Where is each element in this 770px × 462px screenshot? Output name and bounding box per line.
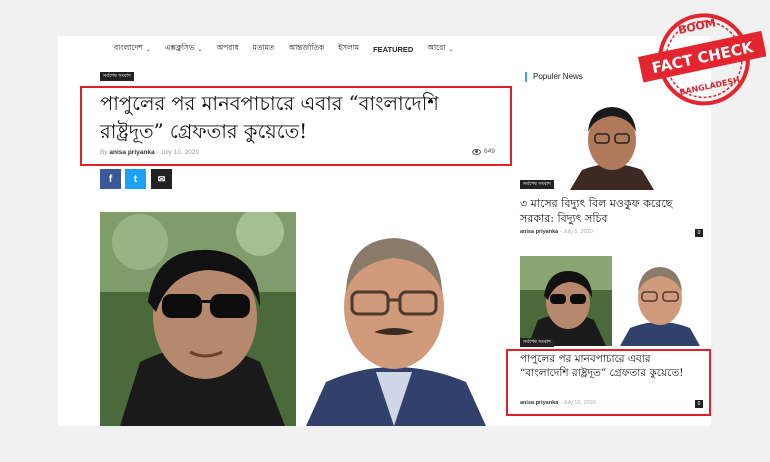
headline-highlight-box	[80, 86, 512, 166]
nav-item-label: FEATURED	[373, 44, 414, 54]
sidebar-post-2-photo-left[interactable]	[520, 256, 612, 346]
main-nav: বাংলাদেশ ⌄ এক্সক্লুসিভ ⌄ অপরাধ মতামত আন্তর…	[58, 36, 711, 62]
sidebar-post-1-date: - July 5, 2020	[559, 229, 593, 235]
nav-item-islam[interactable]: ইসলাম	[338, 43, 359, 55]
webpage-frame: বাংলাদেশ ⌄ এক্সক্লুসিভ ⌄ অপরাধ মতামত আন্তর…	[58, 36, 711, 426]
nav-item-crime[interactable]: অপরাধ	[217, 43, 239, 55]
email-icon: ✉	[157, 173, 166, 184]
article-category-tag[interactable]: সর্বশেষ সংবাদ	[100, 72, 134, 81]
nav-item-label: এক্সক্লুসিভ	[164, 43, 195, 52]
sidebar-post-2-photo-right[interactable]	[614, 256, 706, 346]
nav-item-international[interactable]: আন্তর্জাতিক	[288, 43, 324, 55]
man-with-glasses-thumb	[614, 256, 706, 346]
man-with-sunglasses-illustration	[100, 212, 296, 426]
nav-item-exclusive[interactable]: এক্সক্লুসিভ ⌄	[165, 43, 203, 55]
chevron-down-icon: ⌄	[145, 45, 151, 53]
article-photo-left	[100, 212, 296, 426]
facebook-icon: f	[108, 173, 113, 185]
twitter-icon: t	[133, 173, 138, 185]
man-with-glasses-illustration	[296, 212, 492, 426]
nav-item-label: আন্তর্জাতিক	[288, 43, 325, 52]
nav-item-bangladesh[interactable]: বাংলাদেশ ⌄	[114, 43, 151, 55]
sidebar-post-1-category[interactable]: সর্বশেষ সংবাদ	[520, 180, 554, 189]
nav-item-more[interactable]: আরো ⌄	[427, 43, 453, 55]
nav-item-featured[interactable]: FEATURED	[373, 45, 413, 54]
nav-item-label: অপরাধ	[216, 43, 239, 52]
nav-item-label: বাংলাদেশ	[114, 43, 143, 52]
nav-item-label: ইসলাম	[338, 43, 360, 52]
sidebar-post-1-meta: anisa priyanka - July 5, 2020	[520, 229, 593, 235]
nav-item-opinion[interactable]: মতামত	[253, 43, 275, 55]
twitter-share-button[interactable]: t	[125, 169, 146, 189]
article-photo-right	[296, 212, 492, 426]
nav-item-label: মতামত	[252, 43, 275, 52]
sidebar-title: Populer News	[525, 72, 583, 82]
chevron-down-icon: ⌄	[197, 45, 203, 53]
sidebar-post-1-comment-count[interactable]: 0	[695, 229, 703, 237]
facebook-share-button[interactable]: f	[100, 169, 121, 189]
email-share-button[interactable]: ✉	[151, 169, 172, 189]
man-with-sunglasses-thumb	[520, 256, 612, 346]
sidebar-highlight-box	[506, 349, 711, 416]
nav-item-label: আরো	[427, 43, 446, 52]
sidebar-post-2-category[interactable]: সর্বশেষ সংবাদ	[520, 338, 554, 347]
fact-check-stamp-logo: BOOM FACT CHECK BANGLADESH	[638, 13, 766, 106]
sidebar-post-1-headline[interactable]: ৩ মাসের বিদ্যুৎ বিল মওকুফ করেছে সরকার: ব…	[520, 196, 708, 226]
sidebar-post-1-author[interactable]: anisa priyanka	[520, 229, 558, 235]
chevron-down-icon: ⌄	[448, 45, 454, 53]
